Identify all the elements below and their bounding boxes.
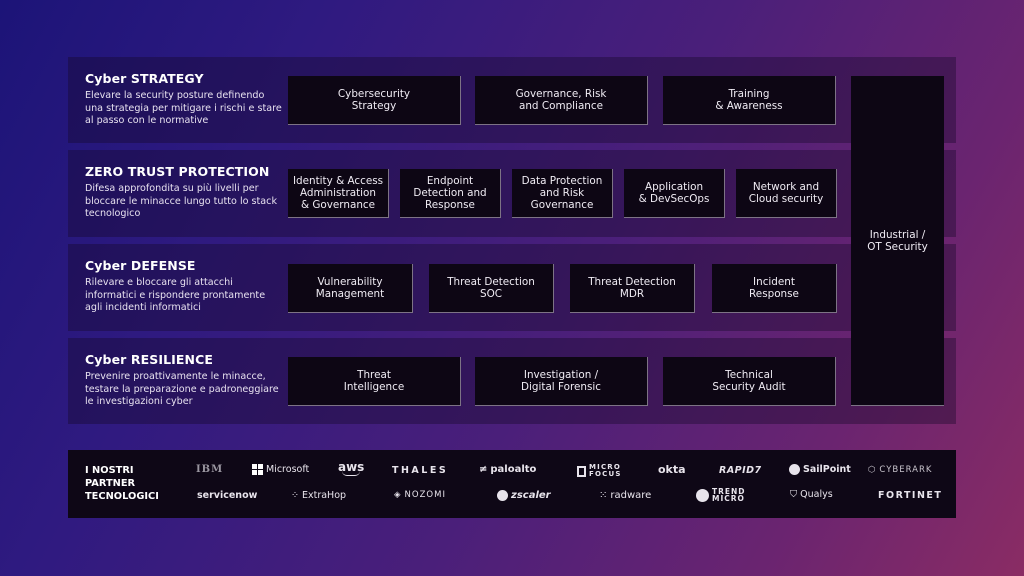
logo-fortinet: FORTINET (878, 490, 942, 501)
logo-text: okta (658, 463, 686, 476)
service-technical-security-audit[interactable]: Technical Security Audit (663, 357, 836, 406)
logo-text: paloalto (490, 464, 537, 475)
logo-okta: okta (658, 463, 686, 476)
service-cybersecurity-strategy[interactable]: Cybersecurity Strategy (288, 76, 461, 125)
logo-text: Qualys (800, 489, 833, 500)
service-network-cloud[interactable]: Network and Cloud security (736, 169, 837, 218)
logo-ibm: IBM (196, 464, 223, 475)
row-title: ZERO TRUST PROTECTION (85, 164, 270, 179)
logo-text: NOZOMI (404, 490, 446, 500)
row-description: Rilevare e bloccare gli attacchi informa… (85, 277, 266, 313)
row-title: Cyber DEFENSE (85, 258, 196, 273)
logo-text: SailPoint (803, 464, 851, 475)
radware-icon: ⁙ (599, 490, 608, 501)
cyberark-icon: ⬡ (868, 465, 877, 475)
service-training-awareness[interactable]: Training & Awareness (663, 76, 836, 125)
logo-text: radware (610, 490, 652, 501)
microfocus-icon (577, 465, 586, 477)
logo-text: TREND MICRO (712, 487, 746, 503)
logo-radware: ⁙ radware (599, 490, 651, 501)
logo-text: Microsoft (266, 464, 310, 475)
aws-smile-icon (342, 471, 361, 476)
service-threat-detection-mdr[interactable]: Threat Detection MDR (570, 264, 695, 313)
logo-microfocus: MICRO FOCUS (577, 464, 622, 478)
service-governance-risk-compliance[interactable]: Governance, Risk and Compliance (475, 76, 648, 125)
logo-zscaler: zscaler (497, 490, 551, 501)
logo-text: CYBERARK (879, 465, 933, 475)
service-endpoint-detection[interactable]: Endpoint Detection and Response (400, 169, 501, 218)
logo-text: ExtraHop (301, 490, 347, 501)
service-identity-access[interactable]: Identity & Access Administration & Gover… (288, 169, 389, 218)
extrahop-icon: ⁘ (291, 490, 299, 501)
logo-text: zscaler (511, 490, 551, 501)
logo-text: FORTINET (878, 490, 943, 501)
logo-paloalto: ≠ paloalto (479, 464, 536, 475)
logo-qualys: ⛉ Qualys (790, 489, 833, 500)
qualys-shield-icon: ⛉ (790, 489, 798, 500)
row-title: Cyber RESILIENCE (85, 352, 214, 367)
partners-panel: I NOSTRI PARTNER TECNOLOGICI IBM Microso… (68, 450, 956, 518)
logo-thales: THALES (392, 465, 448, 476)
partners-title: I NOSTRI PARTNER TECNOLOGICI (85, 465, 159, 502)
logo-text: MICRO FOCUS (589, 463, 622, 478)
service-vulnerability-management[interactable]: Vulnerability Management (288, 264, 413, 313)
sailpoint-icon (789, 464, 800, 475)
logo-servicenow: servicenow (197, 490, 257, 501)
service-threat-detection-soc[interactable]: Threat Detection SOC (429, 264, 554, 313)
logo-sailpoint: SailPoint (789, 464, 851, 475)
nozomi-icon: ◈ (394, 490, 402, 500)
service-incident-response[interactable]: Incident Response (712, 264, 837, 313)
logo-microsoft: Microsoft (252, 464, 309, 475)
zscaler-icon (497, 490, 508, 501)
logo-nozomi: ◈ NOZOMI (394, 490, 446, 500)
service-investigation-forensic[interactable]: Investigation / Digital Forensic (475, 357, 648, 406)
logo-aws: aws (338, 461, 364, 476)
row-description: Difesa approfondita su più livelli per b… (85, 183, 278, 219)
logo-cyberark: ⬡ CYBERARK (868, 465, 932, 475)
logo-extrahop: ⁘ ExtraHop (291, 490, 346, 501)
service-industrial-ot-security[interactable]: Industrial / OT Security (851, 76, 944, 406)
logo-rapid7: RAPID7 (719, 465, 762, 476)
logo-text: THALES (392, 465, 449, 476)
logo-text: servicenow (197, 490, 258, 501)
service-threat-intelligence[interactable]: Threat Intelligence (288, 357, 461, 406)
service-data-protection[interactable]: Data Protection and Risk Governance (512, 169, 613, 218)
row-title: Cyber STRATEGY (85, 71, 204, 86)
row-description: Elevare la security posture definendo un… (85, 90, 282, 126)
paloalto-icon: ≠ (479, 464, 488, 475)
logo-text: IBM (196, 464, 224, 475)
logo-text: RAPID7 (719, 465, 762, 476)
row-description: Prevenire proattivamente le minacce, tes… (85, 371, 279, 407)
logo-trendmicro: TREND MICRO (696, 488, 746, 502)
service-application-devsecops[interactable]: Application & DevSecOps (624, 169, 725, 218)
windows-icon (252, 464, 263, 475)
trendmicro-icon (696, 488, 709, 502)
